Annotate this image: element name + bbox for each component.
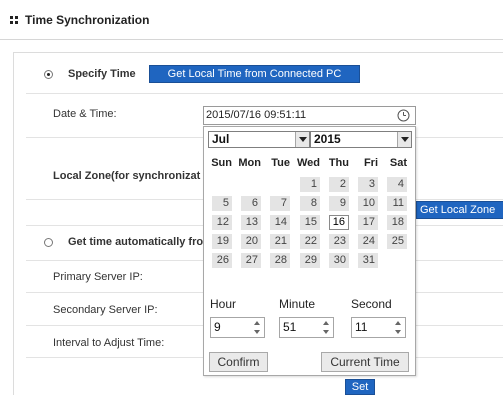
get-local-time-button[interactable]: Get Local Time from Connected PC [149,65,360,83]
primary-server-label: Primary Server IP: [53,271,143,283]
day-cell[interactable]: 4 [387,177,407,192]
auto-time-label: Get time automatically fro [68,236,204,248]
get-local-zone-button[interactable]: Get Local Zone [416,201,503,219]
month-select[interactable]: Jul [208,131,310,148]
day-cell[interactable]: 12 [212,215,232,230]
minute-value: 51 [283,320,297,334]
weekday-label: Sat [389,157,407,169]
clock-icon[interactable] [397,109,410,122]
specify-time-label: Specify Time [68,68,136,80]
second-label: Second [351,297,392,311]
hour-spinner[interactable]: 9 [210,317,265,338]
day-cell[interactable]: 13 [241,215,261,230]
date-time-input[interactable]: 2015/07/16 09:51:11 [203,106,416,125]
current-time-button[interactable]: Current Time [321,352,409,372]
weekday-label: Wed [297,157,321,169]
day-cell[interactable]: 11 [387,196,407,211]
spinner-arrows-icon[interactable] [253,321,262,334]
second-spinner[interactable]: 11 [351,317,406,338]
weekday-label: Fri [363,157,378,169]
day-cell[interactable]: 9 [329,196,349,211]
minute-spinner[interactable]: 51 [279,317,334,338]
selected-day-cell[interactable]: 16 [329,215,349,230]
day-cell[interactable]: 22 [300,234,320,249]
section-header: Time Synchronization [0,0,503,40]
day-cell[interactable]: 26 [212,253,232,268]
day-cell[interactable]: 14 [270,215,290,230]
day-cell[interactable]: 30 [329,253,349,268]
spinner-arrows-icon[interactable] [322,321,331,334]
interval-label: Interval to Adjust Time: [53,337,165,349]
day-cell[interactable]: 29 [300,253,320,268]
weekday-label: Mon [238,157,261,169]
day-cell[interactable]: 10 [358,196,378,211]
day-cell[interactable]: 19 [212,234,232,249]
minute-label: Minute [279,297,316,311]
day-cell[interactable]: 21 [270,234,290,249]
day-cell[interactable]: 5 [212,196,232,211]
day-cell[interactable]: 24 [358,234,378,249]
day-cell[interactable]: 17 [358,215,378,230]
set-button[interactable]: Set [345,379,375,395]
day-cell[interactable]: 15 [300,215,320,230]
auto-time-radio[interactable] [44,238,53,247]
day-cell[interactable]: 2 [329,177,349,192]
day-cell[interactable]: 23 [329,234,349,249]
day-cell[interactable]: 31 [358,253,378,268]
weekday-label: Tue [271,157,290,169]
specify-time-radio[interactable] [44,70,53,79]
date-time-label: Date & Time: [53,108,117,120]
day-cell[interactable]: 6 [241,196,261,211]
date-picker: Jul 2015 Sun Mon Tue Wed Thu Fri Sat 123456789… [203,126,416,376]
year-value: 2015 [314,132,341,146]
second-value: 11 [355,320,368,334]
day-cell[interactable]: 3 [358,177,378,192]
day-cell[interactable]: 27 [241,253,261,268]
local-zone-label: Local Zone(for synchronizat [53,170,201,182]
day-cell[interactable]: 1 [300,177,320,192]
chevron-down-icon [397,132,411,147]
page-title: Time Synchronization [25,13,150,27]
grid-icon [10,16,18,24]
day-cell[interactable]: 8 [300,196,320,211]
day-cell[interactable]: 18 [387,215,407,230]
weekday-label: Thu [328,157,349,169]
confirm-button[interactable]: Confirm [209,352,268,372]
hour-label: Hour [210,297,237,311]
spinner-arrows-icon[interactable] [394,321,403,334]
day-cell[interactable]: 25 [387,234,407,249]
month-value: Jul [212,132,230,146]
chevron-down-icon [295,132,309,147]
weekday-label: Sun [211,157,232,169]
year-select[interactable]: 2015 [310,131,412,148]
row-divider [26,93,503,94]
day-cell[interactable]: 20 [241,234,261,249]
secondary-server-label: Secondary Server IP: [53,304,158,316]
hour-value: 9 [214,320,221,334]
day-cell[interactable]: 7 [270,196,290,211]
day-cell[interactable]: 28 [270,253,290,268]
